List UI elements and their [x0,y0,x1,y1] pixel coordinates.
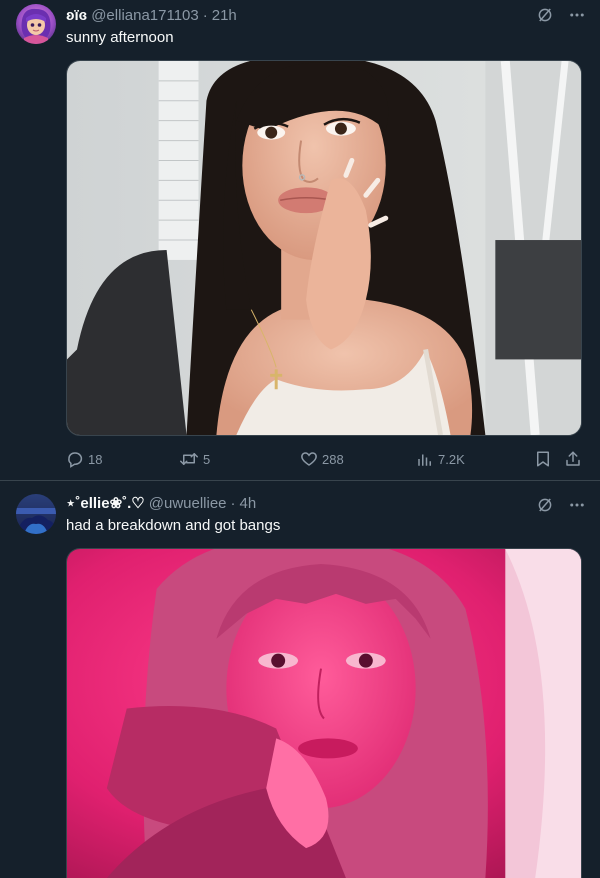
share-button[interactable] [564,449,582,469]
reply-count: 18 [88,451,103,467]
repost-button[interactable]: 5 [179,449,210,469]
separator: · [230,494,236,512]
tweet-text: had a breakdown and got bangs [66,517,281,534]
tweet[interactable]: ⋆˚ellie❀˚.♡ @uwuelliee · 4h had a breakd… [0,482,600,878]
timestamp[interactable]: 4h [240,495,257,512]
tweet-actions: 18 5 288 7.2K [66,449,584,469]
reply-icon [66,450,84,468]
bookmark-button[interactable] [534,449,552,469]
display-name[interactable]: ʚïɞ [66,7,87,24]
tweet[interactable]: ʚïɞ @elliana171103 · 21h sunny afternoon [0,0,600,481]
user-handle[interactable]: @elliana171103 [91,7,199,24]
timestamp[interactable]: 21h [212,7,237,24]
avatar[interactable] [16,494,56,534]
like-button[interactable]: 288 [300,449,344,469]
like-icon [300,450,318,468]
like-count: 288 [322,451,344,467]
grok-icon[interactable] [536,6,554,24]
tweet-header: ⋆˚ellie❀˚.♡ @uwuelliee · 4h [66,493,256,513]
tweet-header-actions [536,496,586,514]
separator: · [202,6,208,24]
share-icon [564,450,582,468]
views-icon [416,450,434,468]
tweet-text: sunny afternoon [66,29,174,46]
views-button[interactable]: 7.2K [416,449,465,469]
repost-count: 5 [203,451,211,467]
more-icon[interactable] [568,496,586,514]
more-icon[interactable] [568,6,586,24]
reply-button[interactable]: 18 [66,449,102,469]
repost-icon [179,450,199,468]
tweet-photo[interactable] [66,60,582,436]
avatar[interactable] [16,4,56,44]
user-handle[interactable]: @uwuelliee [149,495,227,512]
tweet-header: ʚïɞ @elliana171103 · 21h [66,5,237,25]
tweet-photo[interactable] [66,548,582,878]
grok-icon[interactable] [536,496,554,514]
display-name[interactable]: ⋆˚ellie❀˚.♡ [66,494,145,512]
views-count: 7.2K [438,451,465,467]
tweet-header-actions [536,6,586,24]
bookmark-icon [534,450,552,468]
